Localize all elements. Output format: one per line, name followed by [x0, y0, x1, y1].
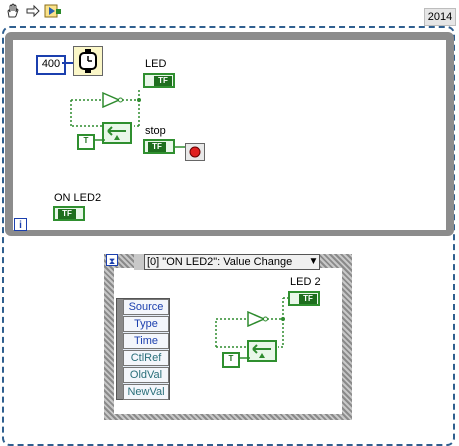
event-field-ctlref[interactable]: CtlRef: [123, 350, 169, 366]
chevron-down-icon[interactable]: ▼: [307, 254, 320, 270]
wait-ms-constant[interactable]: 400: [36, 55, 66, 75]
event-true-constant[interactable]: T: [222, 352, 240, 368]
event-field-source[interactable]: Source: [123, 299, 169, 315]
version-label: 2014: [424, 8, 456, 26]
led2-terminal-text: TF: [299, 294, 317, 304]
wait-ms-icon[interactable]: [73, 46, 103, 76]
event-case-decrement[interactable]: [134, 254, 145, 270]
on-led2-control-text: TF: [58, 209, 76, 219]
on-led2-label: ON LED2: [54, 192, 102, 204]
hourglass-icon: ⧗: [106, 254, 118, 266]
stop-condition-icon[interactable]: [185, 143, 205, 161]
run-icon[interactable]: [44, 3, 61, 19]
led-terminal[interactable]: TF: [143, 73, 175, 88]
led-terminal-text: TF: [154, 76, 172, 86]
led-label: LED: [145, 58, 167, 70]
event-field-type[interactable]: Type: [123, 316, 169, 332]
toolbar: 2014: [0, 0, 459, 26]
event-not-gate-icon[interactable]: [246, 310, 268, 328]
event-field-time[interactable]: Time: [123, 333, 169, 349]
event-true-wire: [238, 357, 250, 359]
stop-label: stop: [145, 125, 166, 137]
stop-control[interactable]: TF: [143, 139, 175, 154]
iteration-terminal: i: [14, 218, 27, 231]
event-case-label: [0] "ON LED2": Value Change: [147, 256, 293, 268]
feedback-node[interactable]: [102, 122, 132, 144]
arrow-icon[interactable]: [25, 3, 41, 19]
true-wire: [93, 139, 105, 141]
event-feedback-node[interactable]: [247, 340, 277, 362]
hand-icon[interactable]: [4, 3, 20, 19]
on-led2-control[interactable]: TF: [53, 206, 85, 221]
event-field-oldval[interactable]: OldVal: [123, 367, 169, 383]
event-field-newval[interactable]: NewVal: [123, 384, 169, 400]
stop-control-text: TF: [148, 142, 166, 152]
led2-label: LED 2: [290, 276, 321, 288]
true-constant[interactable]: T: [77, 134, 95, 150]
not-gate-icon[interactable]: [101, 91, 123, 109]
